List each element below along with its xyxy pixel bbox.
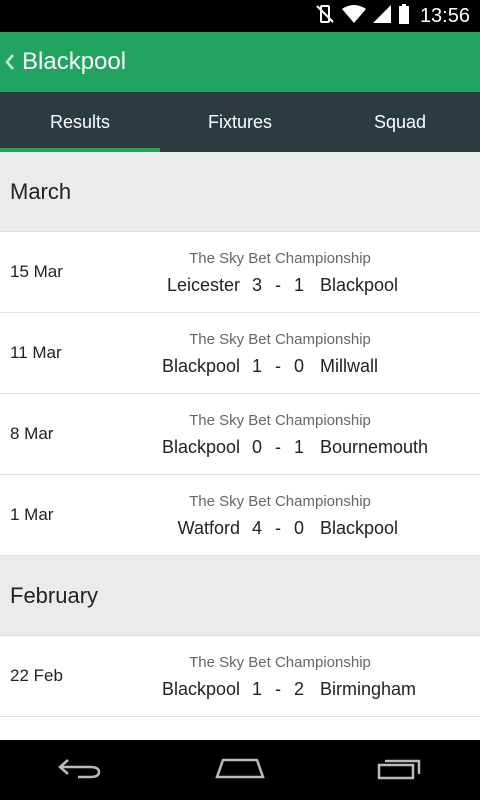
away-score: 2 xyxy=(293,679,304,699)
match-row[interactable]: 11 Mar The Sky Bet Championship Blackpoo… xyxy=(0,313,480,394)
away-team: Birmingham xyxy=(320,679,417,699)
away-team: Millwall xyxy=(320,356,378,376)
match-competition: The Sky Bet Championship xyxy=(189,331,371,348)
vibrate-off-icon xyxy=(314,3,336,30)
match-competition: The Sky Bet Championship xyxy=(189,412,371,429)
match-row[interactable]: 22 Feb The Sky Bet Championship Blackpoo… xyxy=(0,636,480,717)
app-bar: Blackpool xyxy=(0,32,480,92)
score: 3 - 1 xyxy=(252,275,304,296)
match-competition: The Sky Bet Championship xyxy=(189,250,371,267)
tab-results[interactable]: Results xyxy=(0,92,160,152)
tab-squad[interactable]: Squad xyxy=(320,92,480,152)
system-nav-bar xyxy=(0,740,480,800)
match-date: 11 Mar xyxy=(10,343,62,362)
month-header: February xyxy=(0,556,480,636)
home-icon xyxy=(215,756,265,785)
score-separator: - xyxy=(275,356,281,376)
match-scoreline: Blackpool 0 - 1 Bournemouth xyxy=(0,437,480,461)
match-scoreline: Blackpool 1 - 2 Birmingham xyxy=(0,679,480,703)
back-button[interactable] xyxy=(40,740,120,800)
battery-icon xyxy=(398,3,410,29)
signal-icon xyxy=(372,4,392,29)
match-competition: The Sky Bet Championship xyxy=(189,493,371,510)
match-row[interactable]: 15 Mar The Sky Bet Championship Leiceste… xyxy=(0,232,480,313)
score: 4 - 0 xyxy=(252,518,304,539)
home-score: 1 xyxy=(252,679,263,699)
home-team: Leicester xyxy=(166,275,240,295)
match-competition: The Sky Bet Championship xyxy=(189,654,371,671)
match-date: 15 Mar xyxy=(10,262,63,281)
tab-fixtures[interactable]: Fixtures xyxy=(160,92,320,152)
away-team: Bournemouth xyxy=(320,437,429,457)
score: 1 - 0 xyxy=(252,356,304,377)
status-time: 13:56 xyxy=(419,4,470,27)
score-separator: - xyxy=(275,679,281,699)
tab-bar: Results Fixtures Squad xyxy=(0,92,480,152)
home-score: 3 xyxy=(252,275,263,295)
score-separator: - xyxy=(275,275,281,295)
away-score: 0 xyxy=(293,518,304,538)
home-team: Blackpool xyxy=(161,356,240,376)
away-score: 1 xyxy=(293,275,304,295)
away-team: Blackpool xyxy=(320,275,399,295)
match-scoreline: Watford 4 - 0 Blackpool xyxy=(0,518,480,542)
home-team: Blackpool xyxy=(161,437,240,457)
back-chevron-icon[interactable] xyxy=(2,50,18,74)
wifi-icon xyxy=(341,4,366,29)
home-button[interactable] xyxy=(200,740,280,800)
status-icons: 13:56 xyxy=(314,0,470,32)
match-scoreline: Blackpool 1 - 0 Millwall xyxy=(0,356,480,380)
home-team: Blackpool xyxy=(161,679,240,699)
month-header: March xyxy=(0,152,480,232)
match-date: 1 Mar xyxy=(10,505,54,524)
home-score: 4 xyxy=(252,518,263,538)
score-separator: - xyxy=(275,437,281,457)
away-score: 0 xyxy=(293,356,304,376)
app-title[interactable]: Blackpool xyxy=(22,48,126,76)
home-score: 0 xyxy=(252,437,263,457)
score: 0 - 1 xyxy=(252,437,304,458)
home-score: 1 xyxy=(252,356,263,376)
recent-apps-button[interactable] xyxy=(360,740,440,800)
score: 1 - 2 xyxy=(252,679,304,700)
match-date: 22 Feb xyxy=(10,666,63,685)
match-row[interactable]: 1 Mar The Sky Bet Championship Watford 4… xyxy=(0,475,480,556)
status-bar: 13:56 xyxy=(0,0,480,32)
back-arrow-icon xyxy=(58,756,102,785)
match-scoreline: Leicester 3 - 1 Blackpool xyxy=(0,275,480,299)
score-separator: - xyxy=(275,518,281,538)
match-row[interactable]: 8 Mar The Sky Bet Championship Blackpool… xyxy=(0,394,480,475)
results-list[interactable]: March 15 Mar The Sky Bet Championship Le… xyxy=(0,152,480,740)
home-team: Watford xyxy=(177,518,240,538)
away-team: Blackpool xyxy=(320,518,399,538)
recent-apps-icon xyxy=(377,756,423,785)
away-score: 1 xyxy=(293,437,304,457)
match-date: 8 Mar xyxy=(10,424,54,443)
